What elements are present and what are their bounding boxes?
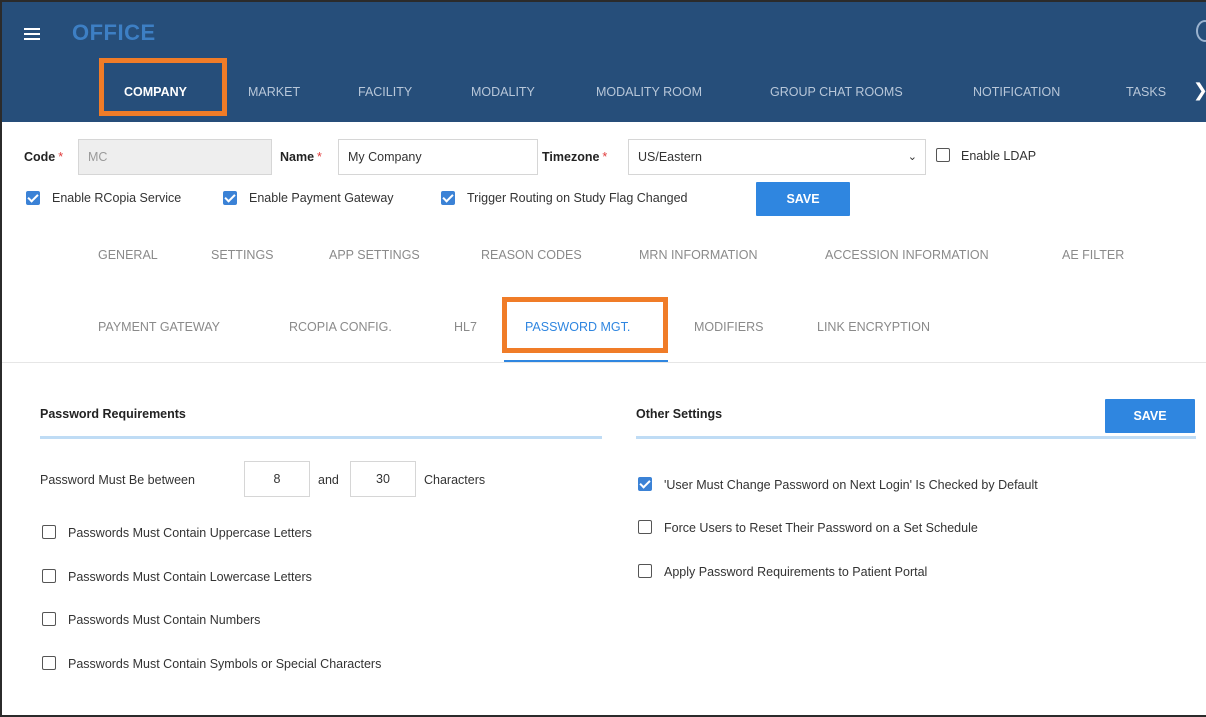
app-title: OFFICE — [72, 20, 156, 45]
company-save-button[interactable]: SAVE — [756, 182, 850, 216]
highlight-password-mgt — [502, 297, 668, 353]
enable-payment-gateway-label: Enable Payment Gateway — [249, 191, 394, 205]
trigger-routing-checkbox[interactable] — [441, 191, 455, 205]
chevron-down-icon: ⌄ — [907, 151, 917, 163]
highlight-company — [99, 58, 227, 116]
and-label: and — [318, 473, 339, 487]
lowercase-checkbox[interactable] — [42, 569, 56, 583]
length-suffix: Characters — [424, 473, 486, 487]
name-field[interactable]: My Company — [338, 139, 538, 175]
timezone-value: US/Eastern — [638, 150, 702, 164]
tab-link-encryption[interactable]: LINK ENCRYPTION — [817, 320, 930, 334]
enable-rcopia-checkbox[interactable] — [26, 191, 40, 205]
nav-item-group-chat-rooms[interactable]: GROUP CHAT ROOMS — [770, 72, 903, 112]
force-reset-schedule-label: Force Users to Reset Their Password on a… — [664, 521, 978, 535]
other-settings-rule — [636, 436, 1196, 439]
app-frame: OFFICE COMPANY MARKET FACILITY MODALITY … — [0, 0, 1206, 717]
timezone-label: Timezone * — [542, 150, 608, 164]
trigger-routing-label: Trigger Routing on Study Flag Changed — [467, 191, 688, 205]
nav-item-tasks[interactable]: TASKS — [1126, 72, 1166, 112]
timezone-select[interactable]: US/Eastern ⌄ — [628, 139, 926, 175]
tab-mrn-information[interactable]: MRN INFORMATION — [639, 248, 758, 262]
min-length-input[interactable]: 8 — [244, 461, 310, 497]
must-change-password-label: 'User Must Change Password on Next Login… — [664, 478, 1038, 492]
password-requirements-title: Password Requirements — [40, 407, 186, 421]
enable-rcopia-label: Enable RCopia Service — [52, 191, 182, 205]
hamburger-menu-icon[interactable] — [24, 28, 40, 40]
force-reset-schedule-checkbox[interactable] — [638, 520, 652, 534]
must-change-password-checkbox[interactable] — [638, 477, 652, 491]
enable-payment-gateway-checkbox[interactable] — [223, 191, 237, 205]
nav-item-market[interactable]: MARKET — [248, 72, 300, 112]
password-requirements-rule — [40, 436, 602, 439]
nav-item-facility[interactable]: FACILITY — [358, 72, 412, 112]
tab-hl7[interactable]: HL7 — [454, 320, 477, 334]
tab-reason-codes[interactable]: REASON CODES — [481, 248, 582, 262]
tab-payment-gateway[interactable]: PAYMENT GATEWAY — [98, 320, 220, 334]
tab-rcopia-config[interactable]: RCOPIA CONFIG. — [289, 320, 392, 334]
tab-general[interactable]: GENERAL — [98, 248, 158, 262]
symbols-label: Passwords Must Contain Symbols or Specia… — [68, 657, 382, 671]
tabs-divider — [2, 362, 1206, 363]
nav-item-notification[interactable]: NOTIFICATION — [973, 72, 1060, 112]
numbers-label: Passwords Must Contain Numbers — [68, 613, 261, 627]
uppercase-label: Passwords Must Contain Uppercase Letters — [68, 526, 312, 540]
code-label: Code * — [24, 150, 64, 164]
numbers-checkbox[interactable] — [42, 612, 56, 626]
tab-app-settings[interactable]: APP SETTINGS — [329, 248, 420, 262]
length-prefix: Password Must Be between — [40, 473, 195, 487]
circle-icon[interactable] — [1196, 20, 1206, 42]
tab-settings[interactable]: SETTINGS — [211, 248, 274, 262]
patient-portal-checkbox[interactable] — [638, 564, 652, 578]
other-settings-save-button[interactable]: SAVE — [1105, 399, 1195, 433]
lowercase-label: Passwords Must Contain Lowercase Letters — [68, 570, 312, 584]
nav-item-modality[interactable]: MODALITY — [471, 72, 535, 112]
tab-modifiers[interactable]: MODIFIERS — [694, 320, 763, 334]
tab-ae-filter[interactable]: AE FILTER — [1062, 248, 1124, 262]
uppercase-checkbox[interactable] — [42, 525, 56, 539]
patient-portal-label: Apply Password Requirements to Patient P… — [664, 565, 928, 579]
symbols-checkbox[interactable] — [42, 656, 56, 670]
enable-ldap-checkbox[interactable] — [936, 148, 950, 162]
enable-ldap-label: Enable LDAP — [961, 149, 1037, 163]
chevron-right-icon[interactable]: ❯ — [1193, 80, 1206, 101]
tab-accession-information[interactable]: ACCESSION INFORMATION — [825, 248, 989, 262]
code-field[interactable]: MC — [78, 139, 272, 175]
name-label: Name * — [280, 150, 322, 164]
nav-item-modality-room[interactable]: MODALITY ROOM — [596, 72, 702, 112]
other-settings-title: Other Settings — [636, 407, 723, 421]
max-length-input[interactable]: 30 — [350, 461, 416, 497]
